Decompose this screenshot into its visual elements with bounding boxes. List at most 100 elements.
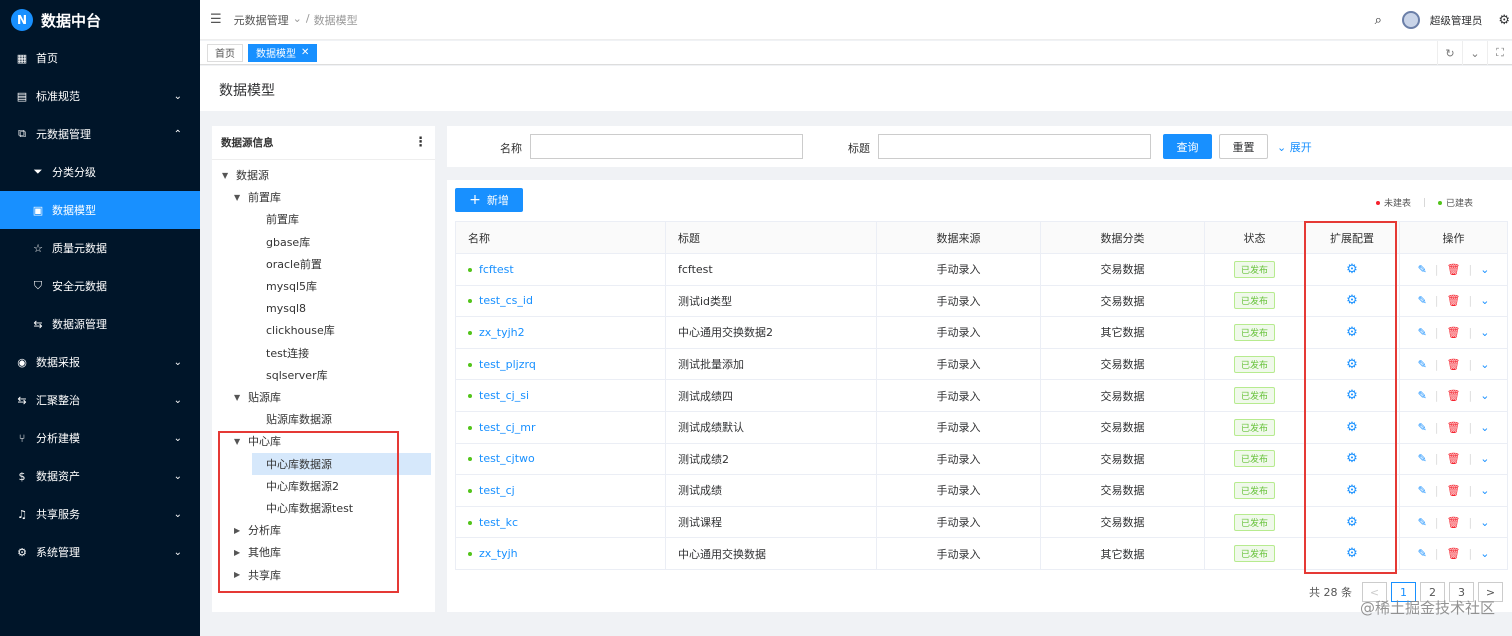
edit-icon[interactable]: ✎ bbox=[1418, 389, 1427, 402]
caret-icon[interactable]: ▼ bbox=[234, 193, 248, 202]
model-name-cell[interactable]: test_cj_si bbox=[455, 379, 666, 412]
sidebar-item[interactable]: ⑂ 分析建模 ⌄ bbox=[0, 419, 200, 457]
trash-icon[interactable]: 🗑 bbox=[1447, 547, 1461, 560]
edit-icon[interactable]: ✎ bbox=[1418, 358, 1427, 371]
chevron-down-icon[interactable]: ⌄ bbox=[1480, 326, 1489, 339]
model-name-cell[interactable]: test_cjtwo bbox=[455, 442, 666, 476]
sidebar-item[interactable]: ⛉ 安全元数据 bbox=[0, 267, 200, 305]
edit-icon[interactable]: ✎ bbox=[1418, 421, 1427, 434]
tree-node[interactable]: ▼ 贴源库 bbox=[234, 386, 281, 408]
chevron-down-icon[interactable]: ⌄ bbox=[1480, 389, 1489, 402]
col-header[interactable]: 数据来源 bbox=[876, 221, 1041, 254]
reset-button[interactable]: 重置 bbox=[1219, 134, 1268, 159]
edit-icon[interactable]: ✎ bbox=[1418, 547, 1427, 560]
chevron-down-icon[interactable]: ⌄ bbox=[1480, 421, 1489, 434]
sidebar-item[interactable]: ▦ 首页 bbox=[0, 39, 200, 77]
chevron-down-icon[interactable]: ⌄ bbox=[1480, 263, 1489, 276]
trash-icon[interactable]: 🗑 bbox=[1447, 452, 1461, 465]
sidebar-item[interactable]: ⇆ 汇聚整治 ⌄ bbox=[0, 381, 200, 419]
col-header[interactable]: 数据分类 bbox=[1040, 221, 1205, 254]
model-name-cell[interactable]: test_cj_mr bbox=[455, 410, 666, 444]
model-name-link[interactable]: test_cj_mr bbox=[479, 421, 535, 434]
chevron-down-icon[interactable]: ⌄ bbox=[1480, 294, 1489, 307]
breadcrumb-parent[interactable]: 元数据管理 bbox=[234, 12, 289, 28]
trash-icon[interactable]: 🗑 bbox=[1447, 484, 1461, 497]
avatar[interactable] bbox=[1401, 11, 1420, 29]
tree-node[interactable]: gbase库 bbox=[252, 231, 310, 253]
edit-icon[interactable]: ✎ bbox=[1418, 484, 1427, 497]
trash-icon[interactable]: 🗑 bbox=[1447, 516, 1461, 529]
caret-icon[interactable]: ▼ bbox=[234, 393, 248, 402]
sidebar-item[interactable]: ☆ 质量元数据 bbox=[0, 229, 200, 267]
chevron-down-icon[interactable]: ⌄ bbox=[1480, 484, 1489, 497]
tree-node[interactable]: ▼ 前置库 bbox=[234, 186, 281, 208]
edit-icon[interactable]: ✎ bbox=[1418, 294, 1427, 307]
tree-node[interactable]: 前置库 bbox=[252, 208, 299, 230]
add-button[interactable]: + 新增 bbox=[455, 188, 523, 212]
caret-icon[interactable]: ▼ bbox=[222, 171, 236, 180]
model-name-cell[interactable]: test_pljzrq bbox=[455, 347, 666, 381]
sidebar-item[interactable]: ▤ 标准规范 ⌄ bbox=[0, 77, 200, 115]
sidebar-item[interactable]: ▣ 数据模型 bbox=[0, 191, 200, 229]
search-icon[interactable]: ⌕ bbox=[1375, 13, 1382, 28]
model-name-cell[interactable]: zx_tyjh bbox=[455, 537, 666, 570]
sidebar-item[interactable]: $ 数据资产 ⌄ bbox=[0, 457, 200, 495]
col-header[interactable]: 操作 bbox=[1399, 221, 1508, 254]
model-name-cell[interactable]: zx_tyjh2 bbox=[455, 316, 666, 349]
tag-data-model[interactable]: 数据模型 ✕ bbox=[248, 43, 318, 62]
tree-node[interactable]: ▼ 数据源 bbox=[222, 164, 269, 186]
edit-icon[interactable]: ✎ bbox=[1418, 326, 1427, 339]
fullscreen-icon[interactable]: ⛶ bbox=[1487, 41, 1512, 65]
user-name[interactable]: 超级管理员 bbox=[1430, 13, 1483, 28]
sidebar-item[interactable]: ◉ 数据采报 ⌄ bbox=[0, 343, 200, 381]
model-name-cell[interactable]: test_cj bbox=[455, 474, 666, 507]
col-header[interactable]: 名称 bbox=[455, 221, 666, 254]
model-name-link[interactable]: test_cjtwo bbox=[479, 452, 535, 465]
menu-fold-icon[interactable]: ☰ bbox=[210, 12, 222, 27]
model-name-cell[interactable]: test_cs_id bbox=[455, 284, 666, 318]
trash-icon[interactable]: 🗑 bbox=[1447, 326, 1461, 339]
more-icon[interactable]: ⋮ bbox=[414, 135, 427, 150]
name-input[interactable] bbox=[530, 134, 803, 159]
col-header[interactable]: 标题 bbox=[665, 221, 877, 254]
tree-node[interactable]: test连接 bbox=[252, 342, 309, 364]
sidebar-item[interactable]: ⇆ 数据源管理 bbox=[0, 305, 200, 343]
model-name-link[interactable]: test_pljzrq bbox=[479, 358, 536, 371]
model-name-link[interactable]: fcftest bbox=[479, 263, 514, 276]
gear-icon[interactable]: ⚙ bbox=[1498, 13, 1510, 28]
edit-icon[interactable]: ✎ bbox=[1418, 452, 1427, 465]
edit-icon[interactable]: ✎ bbox=[1418, 516, 1427, 529]
model-name-link[interactable]: test_cj_si bbox=[479, 389, 529, 402]
model-name-link[interactable]: test_cj bbox=[479, 484, 515, 497]
refresh-icon[interactable]: ↻ bbox=[1437, 41, 1462, 65]
trash-icon[interactable]: 🗑 bbox=[1447, 358, 1461, 371]
tree-node[interactable]: clickhouse库 bbox=[252, 319, 335, 341]
tree-node[interactable]: mysql5库 bbox=[252, 275, 317, 297]
sidebar-item[interactable]: ⏷ 分类分级 bbox=[0, 153, 200, 191]
tag-home[interactable]: 首页 bbox=[207, 43, 243, 62]
tree-node[interactable]: mysql8 bbox=[252, 297, 306, 319]
chevron-down-icon[interactable]: ⌄ bbox=[1480, 358, 1489, 371]
chevron-down-icon[interactable]: ⌄ bbox=[1480, 452, 1489, 465]
trash-icon[interactable]: 🗑 bbox=[1447, 389, 1461, 402]
model-name-link[interactable]: test_cs_id bbox=[479, 294, 533, 307]
expand-link[interactable]: ⌄ 展开 bbox=[1277, 139, 1312, 155]
chevron-down-icon[interactable]: ⌄ bbox=[1462, 41, 1487, 65]
chevron-down-icon[interactable]: ⌄ bbox=[1480, 547, 1489, 560]
model-name-cell[interactable]: fcftest bbox=[455, 253, 666, 286]
model-name-link[interactable]: test_kc bbox=[479, 516, 518, 529]
model-name-link[interactable]: zx_tyjh bbox=[479, 547, 518, 560]
model-name-link[interactable]: zx_tyjh2 bbox=[479, 326, 525, 339]
query-button[interactable]: 查询 bbox=[1163, 134, 1212, 159]
sidebar-item[interactable]: ♫ 共享服务 ⌄ bbox=[0, 495, 200, 533]
title-input[interactable] bbox=[878, 134, 1151, 159]
tree-node[interactable]: 贴源库数据源 bbox=[252, 408, 332, 430]
trash-icon[interactable]: 🗑 bbox=[1447, 294, 1461, 307]
sidebar-item[interactable]: ⧉ 元数据管理 ⌃ bbox=[0, 115, 200, 153]
close-icon[interactable]: ✕ bbox=[301, 47, 309, 58]
trash-icon[interactable]: 🗑 bbox=[1447, 421, 1461, 434]
sidebar-item[interactable]: ⚙ 系统管理 ⌄ bbox=[0, 533, 200, 571]
tree-node[interactable]: sqlserver库 bbox=[252, 364, 328, 386]
chevron-down-icon[interactable]: ⌄ bbox=[1480, 516, 1489, 529]
app-logo[interactable]: N 数据中台 bbox=[0, 0, 200, 40]
